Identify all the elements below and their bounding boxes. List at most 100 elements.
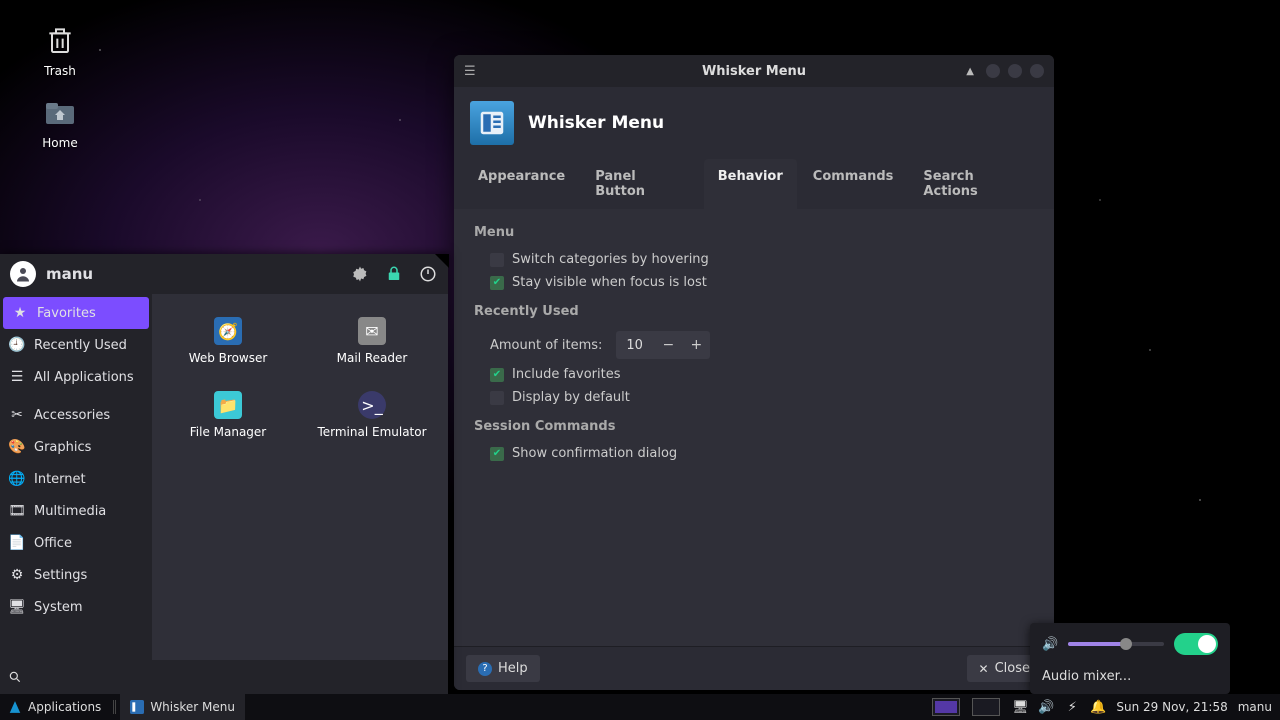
category-recently-used[interactable]: 🕘Recently Used <box>0 329 152 361</box>
tab-search-actions[interactable]: Search Actions <box>909 159 1044 209</box>
lock-icon[interactable] <box>384 264 404 284</box>
settings-icon[interactable] <box>350 264 370 284</box>
close-window-button[interactable] <box>1030 64 1044 78</box>
terminal-icon: >_ <box>358 391 386 419</box>
option-confirm-dialog[interactable]: ✔ Show confirmation dialog <box>474 442 1034 465</box>
category-graphics[interactable]: 🎨Graphics <box>0 431 152 463</box>
checkbox-icon[interactable]: ✔ <box>490 368 504 382</box>
app-web-browser[interactable]: 🧭Web Browser <box>158 306 298 376</box>
category-office[interactable]: 📄Office <box>0 527 152 559</box>
desktop-icon-home[interactable]: Home <box>20 92 100 150</box>
taskbar: Applications Whisker Menu 🖥 🔊 ⚡ 🔔 Sun 29… <box>0 694 1280 720</box>
option-stay-visible[interactable]: ✔ Stay visible when focus is lost <box>474 271 1034 294</box>
shade-icon[interactable]: ▲ <box>966 66 974 77</box>
option-display-default[interactable]: Display by default <box>474 386 1034 409</box>
menu-username: manu <box>46 265 93 283</box>
folder-icon: 📁 <box>214 391 242 419</box>
amount-spinner: 10 − + <box>616 331 710 359</box>
volume-knob[interactable] <box>1120 638 1132 650</box>
search-icon <box>8 670 26 684</box>
graphics-icon: 🎨 <box>8 438 26 456</box>
whisker-menu-popup: manu ★Favorites 🕘Recently Used ☰All Appl… <box>0 254 448 694</box>
volume-toggle[interactable] <box>1174 633 1218 655</box>
section-recent-title: Recently Used <box>474 304 1034 319</box>
envelope-icon: ✉ <box>358 317 386 345</box>
desktop-icon-label: Home <box>20 136 100 150</box>
office-icon: 📄 <box>8 534 26 552</box>
checkbox-icon[interactable] <box>490 253 504 267</box>
amount-plus-button[interactable]: + <box>682 331 710 359</box>
tab-commands[interactable]: Commands <box>799 159 908 209</box>
applications-menu-button[interactable]: Applications <box>0 694 109 720</box>
panel-user[interactable]: manu <box>1238 700 1272 714</box>
settings-tabs: Appearance Panel Button Behavior Command… <box>454 159 1054 209</box>
category-all-applications[interactable]: ☰All Applications <box>0 361 152 393</box>
minimize-button[interactable] <box>986 64 1000 78</box>
checkbox-icon[interactable] <box>490 391 504 405</box>
option-include-favorites[interactable]: ✔ Include favorites <box>474 363 1034 386</box>
amount-value[interactable]: 10 <box>616 338 654 353</box>
category-settings[interactable]: ⚙Settings <box>0 559 152 591</box>
trash-icon <box>40 20 80 60</box>
app-mail-reader[interactable]: ✉Mail Reader <box>302 306 442 376</box>
app-file-manager[interactable]: 📁File Manager <box>158 380 298 450</box>
category-multimedia[interactable]: 🎞Multimedia <box>0 495 152 527</box>
tab-panel-button[interactable]: Panel Button <box>581 159 702 209</box>
network-icon[interactable]: 🖥 <box>1012 699 1028 715</box>
audio-mixer-link[interactable]: Audio mixer... <box>1042 665 1218 684</box>
category-favorites[interactable]: ★Favorites <box>3 297 149 329</box>
whisker-settings-window: ☰ Whisker Menu ▲ Whisker Menu Appearance… <box>454 55 1054 690</box>
user-avatar-icon <box>10 261 36 287</box>
section-session-title: Session Commands <box>474 419 1034 434</box>
accessories-icon: ✂ <box>8 406 26 424</box>
tab-appearance[interactable]: Appearance <box>464 159 579 209</box>
multimedia-icon: 🎞 <box>8 502 26 520</box>
menu-user[interactable]: manu <box>10 261 93 287</box>
category-internet[interactable]: 🌐Internet <box>0 463 152 495</box>
settings-body: Menu Switch categories by hovering ✔ Sta… <box>454 209 1054 646</box>
window-title: Whisker Menu <box>454 64 1054 79</box>
window-titlebar[interactable]: ☰ Whisker Menu ▲ <box>454 55 1054 87</box>
menu-app-grid: 🧭Web Browser ✉Mail Reader 📁File Manager … <box>152 294 448 660</box>
panel-separator <box>113 700 116 714</box>
close-icon: ✕ <box>979 662 989 676</box>
clock[interactable]: Sun 29 Nov, 21:58 <box>1116 700 1227 714</box>
volume-slider[interactable] <box>1068 642 1164 646</box>
globe-icon: 🌐 <box>8 470 26 488</box>
window-footer: ?Help ✕Close <box>454 646 1054 690</box>
volume-tray-icon[interactable]: 🔊 <box>1038 699 1054 715</box>
window-heading: Whisker Menu <box>528 113 664 133</box>
section-menu-title: Menu <box>474 225 1034 240</box>
maximize-button[interactable] <box>1008 64 1022 78</box>
star-icon: ★ <box>11 304 29 322</box>
option-switch-hover[interactable]: Switch categories by hovering <box>474 248 1034 271</box>
amount-minus-button[interactable]: − <box>654 331 682 359</box>
category-accessories[interactable]: ✂Accessories <box>0 399 152 431</box>
home-folder-icon <box>40 92 80 132</box>
speaker-icon[interactable]: 🔊 <box>1042 637 1058 652</box>
desktop-icon-trash[interactable]: Trash <box>20 20 100 78</box>
category-system[interactable]: 🖥System <box>0 591 152 623</box>
workspace-1[interactable] <box>932 698 960 716</box>
menu-pin-corner[interactable] <box>435 254 449 268</box>
gear-icon: ⚙ <box>8 566 26 584</box>
help-button[interactable]: ?Help <box>466 655 540 682</box>
amount-label: Amount of items: <box>490 338 602 353</box>
taskbar-item-whisker[interactable]: Whisker Menu <box>120 694 245 720</box>
menu-categories: ★Favorites 🕘Recently Used ☰All Applicati… <box>0 294 152 660</box>
search-input[interactable] <box>34 670 440 685</box>
system-icon: 🖥 <box>8 598 26 616</box>
window-header: Whisker Menu <box>454 87 1054 159</box>
hamburger-icon[interactable]: ☰ <box>464 64 478 79</box>
tab-behavior[interactable]: Behavior <box>704 159 797 209</box>
notifications-icon[interactable]: 🔔 <box>1090 699 1106 715</box>
desktop-icon-label: Trash <box>20 64 100 78</box>
arch-logo-icon <box>8 700 22 714</box>
system-tray: 🖥 🔊 ⚡ 🔔 Sun 29 Nov, 21:58 manu <box>924 698 1280 716</box>
app-terminal-emulator[interactable]: >_Terminal Emulator <box>302 380 442 450</box>
workspace-2[interactable] <box>972 698 1000 716</box>
checkbox-icon[interactable]: ✔ <box>490 447 504 461</box>
checkbox-icon[interactable]: ✔ <box>490 276 504 290</box>
volume-fill <box>1068 642 1125 646</box>
power-icon[interactable]: ⚡ <box>1064 699 1080 715</box>
